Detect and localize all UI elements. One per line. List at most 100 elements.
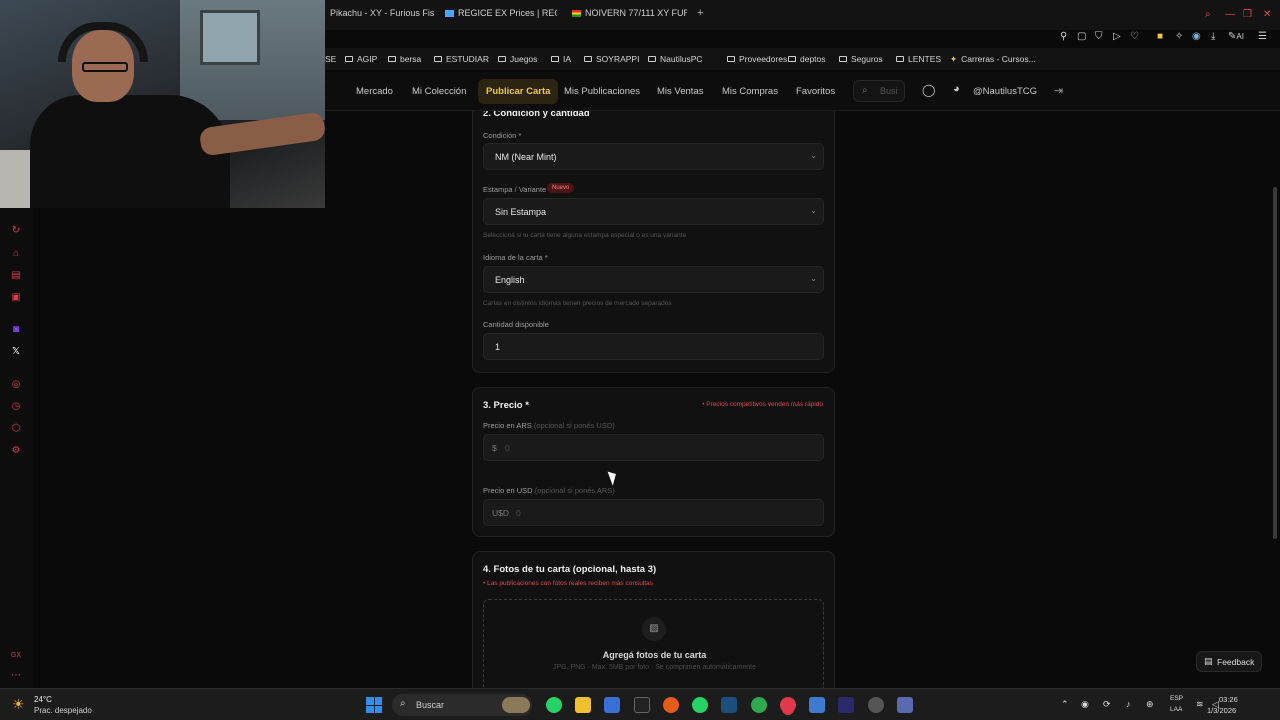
twitch-icon[interactable]: ◙ bbox=[10, 324, 22, 336]
minimize-icon[interactable]: — bbox=[1225, 9, 1235, 20]
ai-icon[interactable]: ✎AI bbox=[1228, 31, 1244, 42]
variant-select[interactable]: Sin Estampa ⌄ bbox=[483, 198, 824, 225]
bookmark-item[interactable]: SE bbox=[325, 54, 336, 64]
window-icon[interactable] bbox=[809, 697, 825, 713]
condition-select[interactable]: NM (Near Mint) ⌄ bbox=[483, 143, 824, 170]
wifi-icon[interactable]: ≋ bbox=[1196, 699, 1204, 710]
bookmark-item[interactable]: LENTES bbox=[896, 54, 941, 64]
ars-price-input[interactable]: $ 0 bbox=[483, 434, 824, 461]
more-icon[interactable]: ⋯ bbox=[10, 670, 22, 682]
extensions-icon[interactable]: ⬡ bbox=[10, 423, 22, 435]
file-explorer-icon[interactable] bbox=[575, 697, 591, 713]
logout-icon[interactable]: ⇥ bbox=[1054, 84, 1063, 97]
screenshot-icon[interactable]: ▢ bbox=[1077, 31, 1086, 42]
bookmark-item[interactable]: Juegos bbox=[498, 54, 537, 64]
bookmark-item[interactable]: bersa bbox=[388, 54, 421, 64]
avatar[interactable]: ◕ bbox=[953, 83, 960, 95]
tab-label: REGICE EX Prices | REGIC bbox=[458, 8, 557, 18]
x-twitter-icon[interactable]: 𝕏 bbox=[10, 346, 22, 358]
nav-mi-coleccion[interactable]: Mi Colección bbox=[412, 86, 466, 97]
page-scrollbar[interactable] bbox=[1273, 187, 1277, 539]
network-globe-icon[interactable]: ⊕ bbox=[1146, 699, 1154, 710]
profile-avatar-icon[interactable]: ◉ bbox=[1192, 31, 1201, 42]
menu-icon[interactable]: ☰ bbox=[1258, 31, 1267, 42]
microsoft-store-icon[interactable] bbox=[604, 697, 620, 713]
nav-mis-publicaciones[interactable]: Mis Publicaciones bbox=[564, 86, 640, 97]
browser-tab[interactable]: Pikachu - XY - Furious Fis bbox=[330, 8, 440, 22]
bookmark-item[interactable]: SOYRAPPI bbox=[584, 54, 639, 64]
bookmark-item[interactable]: ESTUDIAR bbox=[434, 54, 489, 64]
puzzle-icon[interactable]: ✧ bbox=[1175, 31, 1183, 42]
history-icon[interactable]: ◷ bbox=[10, 401, 22, 413]
chatgpt-icon[interactable] bbox=[751, 697, 767, 713]
sync-icon[interactable]: ⟳ bbox=[1103, 699, 1111, 710]
news-icon[interactable]: ▤ bbox=[10, 270, 22, 282]
quantity-label: Cantidad disponible bbox=[483, 320, 549, 329]
clock-time[interactable]: 03:26 bbox=[1219, 695, 1238, 704]
keyboard-layout[interactable]: LAA bbox=[1170, 706, 1182, 713]
nav-publicar-carta[interactable]: Publicar Carta bbox=[478, 79, 559, 104]
nav-mis-compras[interactable]: Mis Compras bbox=[722, 86, 778, 97]
gx-corner-icon[interactable]: ▣ bbox=[10, 292, 22, 304]
nav-mis-ventas[interactable]: Mis Ventas bbox=[657, 86, 703, 97]
download-icon[interactable]: ⤓ bbox=[1211, 31, 1215, 42]
folder-icon bbox=[498, 56, 506, 62]
settings-app-icon[interactable] bbox=[868, 697, 884, 713]
chat-icon[interactable]: ◯ bbox=[922, 83, 935, 97]
bookmark-item[interactable]: NautilusPC bbox=[648, 54, 703, 64]
player-icon[interactable]: ◎ bbox=[10, 379, 22, 391]
audio-icon[interactable]: ◉ bbox=[1081, 699, 1089, 710]
epic-games-icon[interactable] bbox=[634, 697, 650, 713]
variant-label: Estampa / Variante bbox=[483, 185, 547, 194]
usd-price-input[interactable]: U$D 0 bbox=[483, 499, 824, 526]
bookmark-item[interactable]: IA bbox=[551, 54, 571, 64]
clock-date[interactable]: 1/3/2026 bbox=[1207, 706, 1236, 715]
new-tab-button[interactable]: + bbox=[697, 7, 703, 21]
bookmark-item[interactable]: ✦ Carreras - Cursos... bbox=[950, 54, 1036, 65]
search-tabs-icon[interactable]: ⌕ bbox=[1205, 9, 1211, 20]
chevron-up-icon[interactable]: ⌃ bbox=[1061, 699, 1069, 710]
browser-tab[interactable]: REGICE EX Prices | REGIC bbox=[445, 8, 557, 22]
gx-logo-icon[interactable]: GX bbox=[10, 650, 22, 662]
opera-gx-icon[interactable] bbox=[780, 697, 796, 713]
origin-icon[interactable] bbox=[663, 697, 679, 713]
nav-mercado[interactable]: Mercado bbox=[356, 86, 393, 97]
speed-dial-icon[interactable]: ↻ bbox=[10, 225, 22, 237]
whatsapp-icon[interactable] bbox=[546, 697, 562, 713]
pin-icon[interactable]: ⚲ bbox=[1060, 31, 1067, 42]
language-help: Cartas en distintos idiomas tienen preci… bbox=[483, 300, 672, 307]
bookmark-item[interactable]: Proveedores bbox=[727, 54, 787, 64]
quantity-input[interactable]: 1 bbox=[483, 333, 824, 360]
maximize-icon[interactable]: ❐ bbox=[1243, 9, 1252, 20]
whatsapp-business-icon[interactable] bbox=[692, 697, 708, 713]
language-select[interactable]: English ⌄ bbox=[483, 266, 824, 293]
username[interactable]: @NautilusTCG bbox=[973, 86, 1037, 97]
feedback-button[interactable]: ▤ Feedback bbox=[1196, 651, 1262, 672]
weather-description[interactable]: Prac. despejado bbox=[34, 706, 92, 715]
language-indicator[interactable]: ESP bbox=[1170, 695, 1183, 702]
steam-icon[interactable] bbox=[721, 697, 737, 713]
bookmark-item[interactable]: Seguros bbox=[839, 54, 883, 64]
settings-icon[interactable]: ⚙ bbox=[10, 445, 22, 457]
play-icon[interactable]: ▷ bbox=[1113, 31, 1121, 42]
graduation-icon: ✦ bbox=[950, 54, 958, 64]
bookmark-item[interactable]: AGIP bbox=[345, 54, 377, 64]
start-button[interactable] bbox=[366, 697, 382, 713]
weather-sun-icon[interactable]: ☀ bbox=[12, 696, 25, 713]
search-input[interactable]: ⌕ Busi bbox=[853, 80, 905, 102]
microphone-icon[interactable]: ♪ bbox=[1126, 699, 1131, 709]
close-icon[interactable]: ✕ bbox=[1263, 9, 1271, 20]
app-icon[interactable] bbox=[838, 697, 854, 713]
taskbar-search[interactable]: ⌕ Buscar bbox=[392, 694, 532, 716]
calculator-icon[interactable] bbox=[897, 697, 913, 713]
browser-tab[interactable]: NOIVERN 77/111 XY FURIO bbox=[572, 8, 687, 22]
photo-dropzone[interactable]: ▨ Agregá fotos de tu carta JPG, PNG · Má… bbox=[483, 599, 824, 688]
bookmark-item[interactable]: deptos bbox=[788, 54, 826, 64]
nav-favoritos[interactable]: Favoritos bbox=[796, 86, 835, 97]
heart-icon[interactable]: ♡ bbox=[1130, 31, 1139, 42]
shield-icon[interactable]: ⛉ bbox=[1095, 31, 1103, 42]
store-icon[interactable]: ⌂ bbox=[10, 248, 22, 260]
extension-icon[interactable]: ■ bbox=[1157, 31, 1163, 42]
weather-temperature[interactable]: 24°C bbox=[34, 695, 52, 704]
quantity-value: 1 bbox=[495, 342, 501, 352]
